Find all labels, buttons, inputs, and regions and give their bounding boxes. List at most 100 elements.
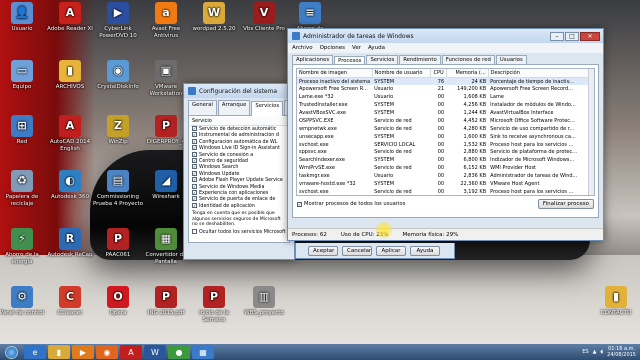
taskbar-taskmgr-icon[interactable]: ▦ xyxy=(192,345,214,359)
taskmgr-tab[interactable]: Funciones de red xyxy=(441,55,495,64)
desktop-icon[interactable]: a Avast Free Antivirus xyxy=(140,2,192,39)
column-header[interactable]: Descripción xyxy=(488,69,594,78)
menu-item[interactable]: Archivo xyxy=(292,45,313,51)
desktop-icon[interactable]: ▶ CyberLink PowerDVD 10 xyxy=(92,2,144,39)
desktop-icon[interactable]: V Vbs Cliente Pro xyxy=(238,2,290,33)
column-header[interactable]: Memoria (... xyxy=(446,69,489,78)
process-row[interactable]: unsecapp.exe SYSTEM 00 1,600 KB Sink to rece… xyxy=(297,133,594,141)
column-header[interactable]: CPU xyxy=(430,69,447,78)
taskbar-explorer-icon[interactable]: ▮ xyxy=(48,345,70,359)
process-row[interactable]: WmiPrvSE.exe Servicio de red 00 6,152 KB WMI… xyxy=(297,164,594,172)
desktop-icon[interactable]: ▭ Equipo xyxy=(0,60,48,91)
process-row[interactable]: AvastVBoxSVC.exe SYSTEM 00 1,244 KB AvastVir… xyxy=(297,109,594,117)
msconfig-tab[interactable]: Arranque xyxy=(217,100,251,115)
desktop-icon[interactable]: ⊞ Red xyxy=(0,115,48,146)
end-process-button[interactable]: Finalizar proceso xyxy=(537,199,594,209)
desktop-icon[interactable]: A AutoCAD 2014 English xyxy=(44,115,96,152)
ok-button[interactable]: Aceptar xyxy=(308,245,338,256)
close-button[interactable]: ✕ xyxy=(580,31,600,41)
desktop-icon[interactable]: P PAAC061 xyxy=(92,228,144,259)
process-row[interactable]: TrustedInstaller.exe SYSTEM 00 4,256 KB Inst… xyxy=(297,101,594,109)
service-checkbox[interactable]: ✓ xyxy=(192,126,197,131)
desktop-icon[interactable]: A Adobe Reader XI xyxy=(44,2,96,33)
maximize-button[interactable]: □ xyxy=(565,31,579,41)
service-row[interactable]: ✓ Windows Live ID Sign-in Assistant xyxy=(190,145,288,151)
desktop-icon[interactable]: P ING 2015.pdf xyxy=(140,286,192,317)
service-checkbox[interactable]: ✓ xyxy=(192,196,197,202)
service-checkbox[interactable]: ✓ xyxy=(192,177,197,183)
taskmgr-tab[interactable]: Usuarios xyxy=(495,55,527,64)
show-all-label[interactable]: Mostrar procesos de todos los usuarios xyxy=(304,201,405,207)
msconfig-titlebar[interactable]: Configuración del sistema xyxy=(184,84,294,98)
desktop-icon[interactable]: ▮ CONTACTO xyxy=(590,286,640,317)
menu-item[interactable]: Ver xyxy=(352,45,361,51)
menu-item[interactable]: Opciones xyxy=(320,45,345,51)
service-checkbox[interactable]: ✓ xyxy=(192,170,197,176)
service-row[interactable]: ✓ Servicio de puerta de enlace de xyxy=(190,196,288,202)
taskbar-word-icon[interactable]: W xyxy=(144,345,166,359)
taskmgr-tab[interactable]: Rendimiento xyxy=(399,55,441,64)
apply-button[interactable]: Aplicar xyxy=(376,245,406,256)
service-row[interactable]: ✓ Adobe Flash Player Update Service xyxy=(190,177,288,183)
desktop-icon[interactable]: Wwordpad 2.5.20 xyxy=(188,2,240,33)
volume-icon[interactable]: ◖ xyxy=(601,349,604,355)
taskbar-recorder-icon[interactable]: ● xyxy=(168,345,190,359)
msconfig-tab[interactable]: General xyxy=(188,100,217,115)
desktop-icon[interactable]: ⚙ Panel de control xyxy=(0,286,48,317)
network-icon[interactable]: ▲ xyxy=(593,349,597,355)
desktop-icon[interactable]: ▥ WBS_proyecto xyxy=(238,286,290,317)
start-button[interactable] xyxy=(0,344,22,360)
process-row[interactable]: Apowersoft Free Screen R... Usuario 21 149,… xyxy=(297,85,594,93)
taskmgr-tab[interactable]: Aplicaciones xyxy=(292,55,334,64)
process-row[interactable]: sppsvc.exe Servicio de red 00 2,880 KB Servi… xyxy=(297,149,594,157)
desktop-icon[interactable]: O Opera xyxy=(92,286,144,317)
process-row[interactable]: Proceso inactivo del sistema SYSTEM 76 24 K… xyxy=(297,77,594,86)
desktop-icon[interactable]: R Autodesk ReCap xyxy=(44,228,96,259)
service-checkbox[interactable]: ✓ xyxy=(192,151,197,157)
process-row[interactable]: Lame.exe *32 Usuario 00 1,608 KB Lame xyxy=(297,93,594,101)
process-row[interactable]: OSPPSVC.EXE Servicio de red 00 4,452 KB Micr… xyxy=(297,117,594,125)
service-checkbox[interactable]: ✓ xyxy=(192,145,197,151)
process-scrollbar[interactable] xyxy=(588,69,594,195)
desktop-icon[interactable]: 👤 Usuario xyxy=(0,2,48,33)
minimize-button[interactable]: – xyxy=(550,31,564,41)
taskmgr-titlebar[interactable]: Administrador de tareas de Windows – □ ✕ xyxy=(288,29,603,43)
desktop-icon[interactable]: ▤ Commissioning Prueba 4 Proyecto xyxy=(92,170,144,207)
process-row[interactable]: SearchIndexer.exe SYSTEM 00 6,800 KB Indizad… xyxy=(297,156,594,164)
taskbar-autocad-icon[interactable]: A xyxy=(120,345,142,359)
cancel-button[interactable]: Cancelar xyxy=(342,245,372,256)
taskbar-media-player-icon[interactable]: ▶ xyxy=(72,345,94,359)
process-row[interactable]: wmpnetwk.exe Servicio de red 00 4,280 KB Ser… xyxy=(297,125,594,133)
language-indicator[interactable]: ES xyxy=(582,349,588,355)
process-row[interactable]: taskmgr.exe Usuario 00 2,836 KB Administrado… xyxy=(297,172,594,180)
desktop-icon[interactable]: ▮ ARCHIVOS xyxy=(44,60,96,91)
help-button[interactable]: Ayuda xyxy=(410,245,440,256)
service-checkbox[interactable]: ✓ xyxy=(192,183,197,189)
process-row[interactable]: vmware-hostd.exe *32 SYSTEM 00 22,360 KB VMw… xyxy=(297,180,594,188)
process-row[interactable]: svchost.exe SERVICIO LOCAL 00 1,532 KB Proce… xyxy=(297,141,594,149)
desktop-icon[interactable]: ⚡ Ahorro de la energía xyxy=(0,228,48,265)
menu-item[interactable]: Ayuda xyxy=(368,45,385,51)
show-all-checkbox[interactable]: ✓ xyxy=(297,201,302,207)
service-checkbox[interactable]: ✓ xyxy=(192,138,197,144)
desktop-icon[interactable]: ◉ CrystalDiskInfo xyxy=(92,60,144,91)
desktop-icon[interactable]: P Inicio de la Semana xyxy=(188,286,240,323)
taskbar-ie-icon[interactable]: e xyxy=(24,345,46,359)
clock[interactable]: 01:16 a.m. 24/08/2015 xyxy=(607,346,636,358)
service-row[interactable]: ✓ Instrumental de administración d xyxy=(190,132,288,138)
desktop-icon[interactable]: ◐ Autodesk 360 xyxy=(44,170,96,201)
desktop-icon[interactable]: ♻ Papelera de reciclaje xyxy=(0,170,48,207)
desktop-icon[interactable]: Z WinZip xyxy=(92,115,144,146)
service-checkbox[interactable]: ✓ xyxy=(192,157,197,163)
service-checkbox[interactable]: ✓ xyxy=(192,202,197,208)
column-header[interactable]: Nombre de usuario xyxy=(372,69,431,78)
process-row[interactable]: svchost.exe Servicio de red 00 3,192 KB Proc… xyxy=(297,188,594,195)
msconfig-tab[interactable]: Servicios xyxy=(251,101,284,116)
service-checkbox[interactable]: ✓ xyxy=(192,164,197,170)
taskbar-firefox-icon[interactable]: ◉ xyxy=(96,345,118,359)
hide-ms-checkbox[interactable] xyxy=(192,228,197,234)
service-checkbox[interactable]: ✓ xyxy=(192,132,197,138)
service-checkbox[interactable]: ✓ xyxy=(192,189,197,195)
desktop-icon[interactable]: C CCleaner xyxy=(44,286,96,317)
service-row[interactable]: ✓ Identidad de aplicación xyxy=(190,202,288,209)
